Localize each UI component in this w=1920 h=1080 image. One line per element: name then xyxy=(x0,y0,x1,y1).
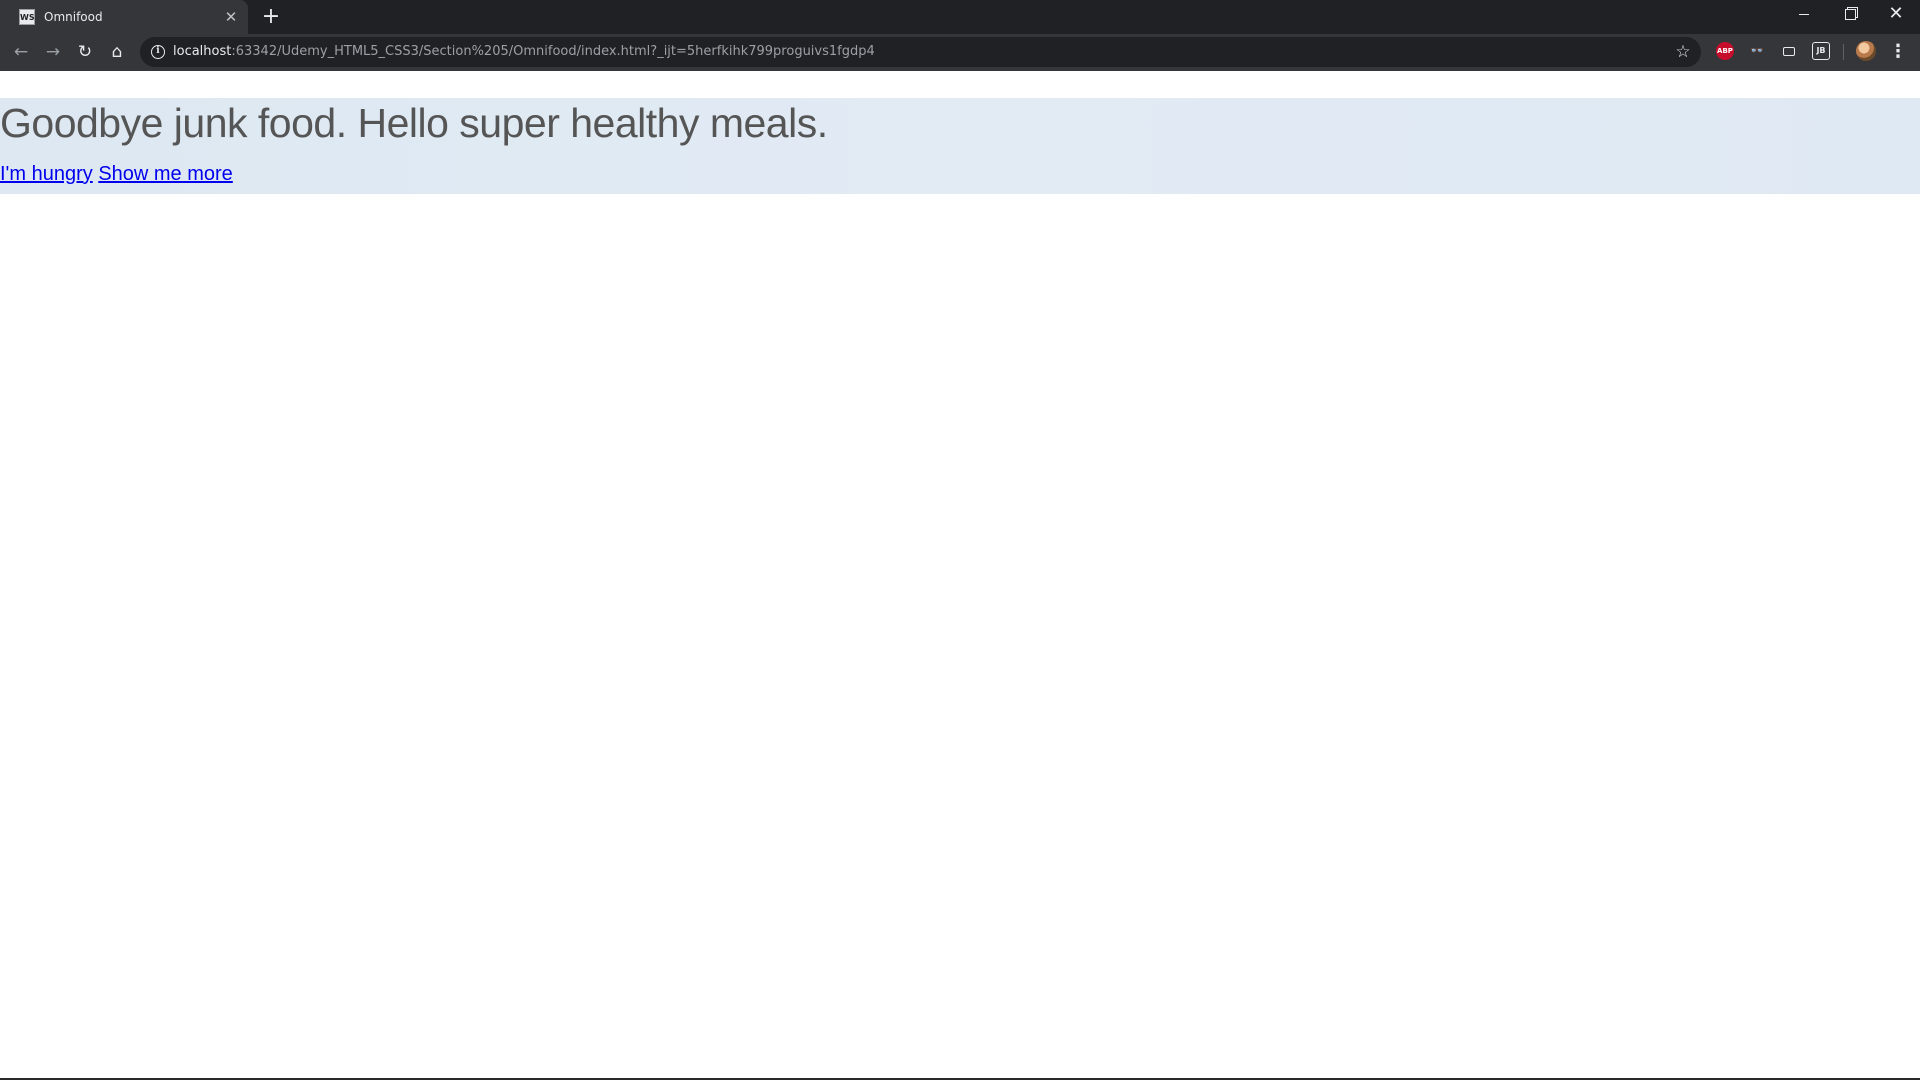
show-me-more-link[interactable]: Show me more xyxy=(98,163,233,185)
im-hungry-link[interactable]: I'm hungry xyxy=(0,163,93,185)
restore-button[interactable] xyxy=(1827,0,1873,30)
new-tab-button[interactable]: + xyxy=(259,5,283,29)
browser-toolbar: ← → ↻ ⌂ i localhost:63342/Udemy_HTML5_CS… xyxy=(0,34,1920,71)
forward-button[interactable]: → xyxy=(41,40,65,64)
spy-glasses-extension-icon[interactable]: 👓 xyxy=(1748,42,1766,60)
profile-avatar[interactable] xyxy=(1856,41,1876,61)
adblock-plus-extension-icon[interactable]: ABP xyxy=(1716,42,1734,60)
hero-links: I'm hungry Show me more xyxy=(0,162,233,186)
tab-close-icon[interactable]: ✕ xyxy=(222,8,240,26)
url-host: localhost xyxy=(173,44,232,59)
restore-icon xyxy=(1844,8,1856,20)
browser-window: WS Omnifood ✕ + ✕ ← → ↻ ⌂ i localhost:63… xyxy=(0,0,1920,1080)
toolbar-divider xyxy=(1843,44,1844,60)
hero-title: Goodbye junk food. Hello super healthy m… xyxy=(0,100,828,146)
screen-capture-extension-icon[interactable] xyxy=(1780,42,1798,60)
hero-header: Goodbye junk food. Hello super healthy m… xyxy=(0,98,1920,194)
home-button[interactable]: ⌂ xyxy=(105,40,129,64)
bookmark-star-icon[interactable]: ☆ xyxy=(1672,41,1694,63)
url-text[interactable]: localhost:63342/Udemy_HTML5_CSS3/Section… xyxy=(173,43,875,61)
jetbrains-extension-icon[interactable]: JB xyxy=(1812,42,1830,60)
back-button[interactable]: ← xyxy=(9,40,33,64)
address-bar[interactable]: i localhost:63342/Udemy_HTML5_CSS3/Secti… xyxy=(140,37,1701,67)
tab-title: Omnifood xyxy=(44,10,103,24)
webstorm-favicon-icon: WS xyxy=(19,9,35,25)
minimize-button[interactable] xyxy=(1781,0,1827,30)
tab-omnifood[interactable]: WS Omnifood ✕ xyxy=(0,0,248,34)
url-path: :63342/Udemy_HTML5_CSS3/Section%205/Omni… xyxy=(231,44,875,59)
reload-button[interactable]: ↻ xyxy=(73,40,97,64)
minimize-icon xyxy=(1799,13,1809,15)
window-close-button[interactable]: ✕ xyxy=(1873,0,1919,30)
site-info-icon[interactable]: i xyxy=(151,45,165,59)
browser-menu-icon[interactable]: ⋮ xyxy=(1888,40,1908,64)
tab-strip: WS Omnifood ✕ + ✕ xyxy=(0,0,1920,34)
screen-icon xyxy=(1783,46,1795,56)
page-viewport: Goodbye junk food. Hello super healthy m… xyxy=(0,71,1920,1080)
